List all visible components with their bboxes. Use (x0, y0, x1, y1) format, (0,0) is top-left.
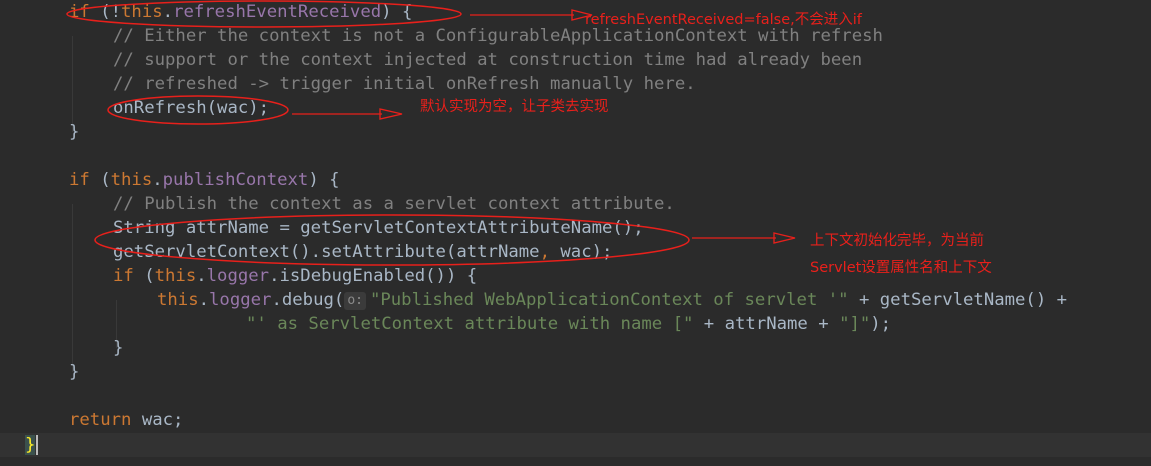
arrow-head (773, 232, 796, 244)
arrow-head (379, 108, 403, 120)
annotation-publish-line2: Servlet设置属性名和上下文 (810, 260, 992, 276)
highlight-ellipse (66, 0, 462, 28)
annotation-onrefresh: 默认实现为空，让子类去实现 (420, 99, 609, 115)
annotation-refresh-event: refreshEventReceived=false,不会进入if (585, 12, 862, 28)
highlight-ellipse (107, 95, 289, 125)
highlight-ellipse (94, 214, 690, 266)
annotation-publish-line1: 上下文初始化完毕，为当前 (810, 233, 984, 249)
